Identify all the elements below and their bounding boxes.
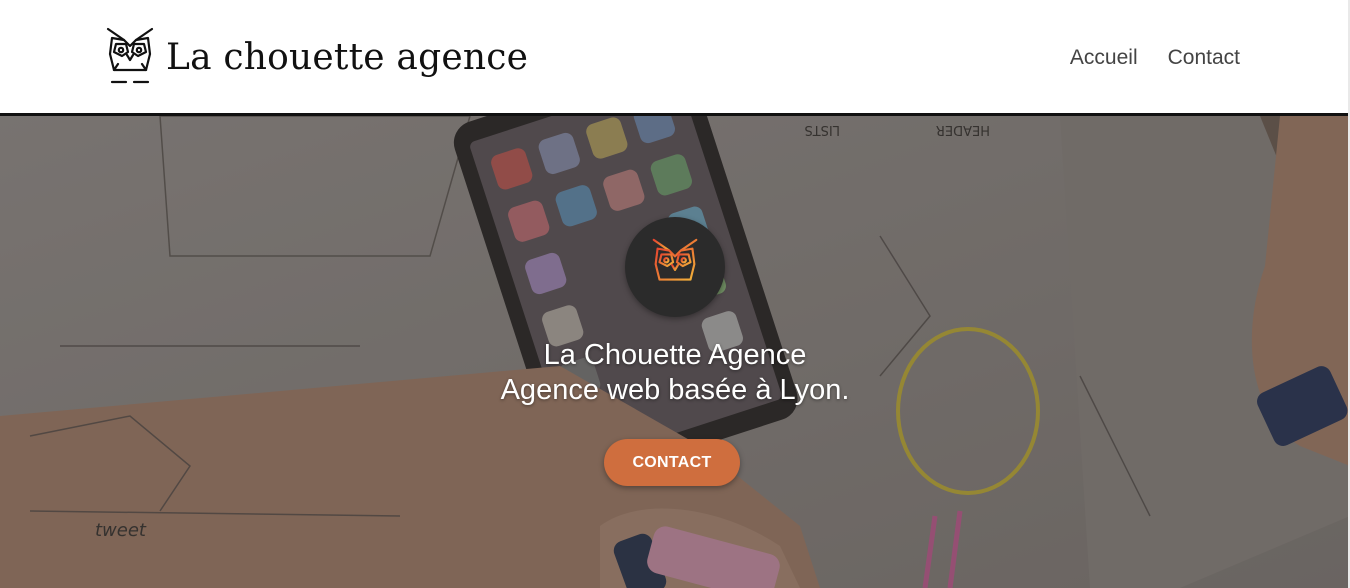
hero-title: La Chouette Agence	[543, 339, 807, 371]
brand[interactable]: La chouette agence	[104, 26, 528, 88]
owl-icon	[652, 238, 698, 292]
site-header: La chouette agence Accueil Contact	[0, 0, 1350, 116]
hero-logo	[625, 217, 725, 317]
nav-link-accueil[interactable]: Accueil	[1070, 46, 1138, 70]
contact-cta-button[interactable]: CONTACT	[604, 439, 740, 486]
hero-section: tweet HEADER LISTS La Chouette Agence Ag…	[0, 116, 1350, 588]
brand-name: La chouette agence	[166, 36, 529, 78]
hero-subtitle: Agence web basée à Lyon.	[500, 374, 850, 406]
nav-link-contact[interactable]: Contact	[1168, 46, 1240, 70]
main-nav: Accueil Contact	[1070, 46, 1240, 70]
owl-logo-icon	[106, 27, 154, 84]
